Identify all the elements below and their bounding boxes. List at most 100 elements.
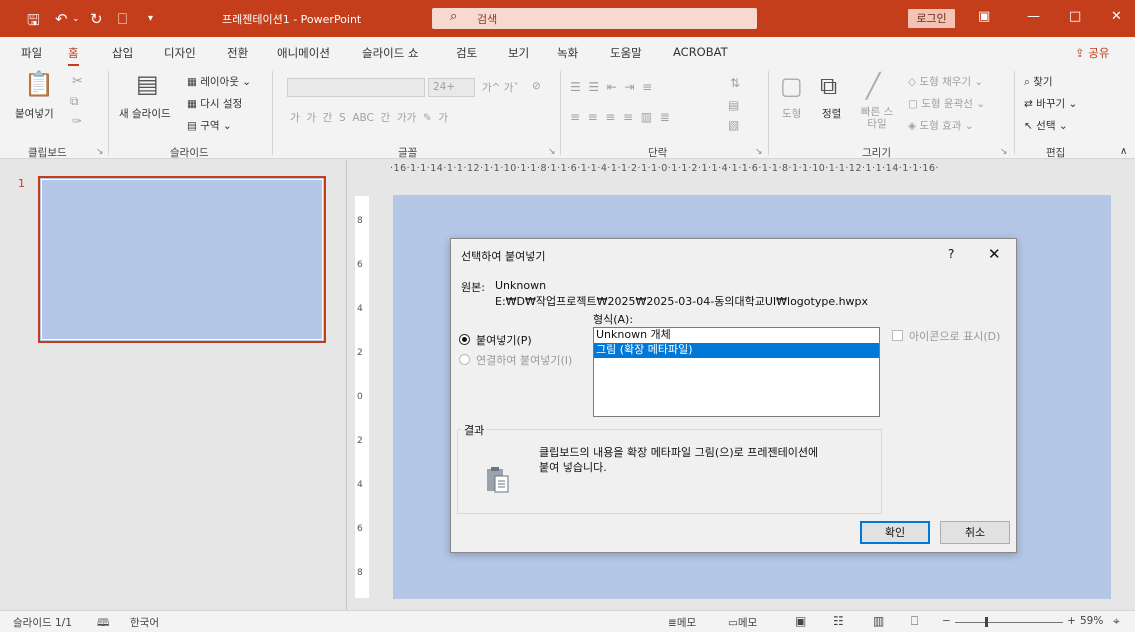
group-font: 글꼴 (398, 147, 418, 159)
paragraph-launcher-icon[interactable]: ↘ (755, 147, 763, 157)
slide-thumbnail[interactable] (38, 176, 326, 343)
drawing-launcher-icon[interactable]: ↘ (1000, 147, 1008, 157)
undo-dropdown-icon[interactable]: ⌄ (72, 14, 80, 24)
cut-icon[interactable]: ✂ (72, 74, 83, 89)
new-slide-button[interactable]: 새 슬라이드 (119, 106, 171, 121)
search-box[interactable]: ⌕ 검색 (432, 8, 757, 29)
help-button[interactable]: ? (948, 247, 954, 261)
shape-outline-button[interactable]: ▢ 도형 윤곽선 ⌄ (908, 96, 985, 111)
source-name: Unknown (495, 279, 547, 292)
collapse-ribbon-icon[interactable]: ∧ (1120, 146, 1127, 157)
tab-review[interactable]: 검토 (456, 45, 477, 61)
pane-divider[interactable] (346, 160, 347, 610)
ok-button[interactable]: 확인 (860, 521, 930, 544)
paste-radio[interactable] (459, 334, 470, 345)
vertical-ruler: 8 6 4 2 0 2 4 6 8 (355, 196, 369, 598)
tab-help[interactable]: 도움말 (610, 45, 642, 61)
tab-animations[interactable]: 애니메이션 (277, 45, 330, 61)
tab-design[interactable]: 디자인 (164, 45, 196, 61)
font-size-field[interactable]: 24+ (428, 78, 475, 97)
display-as-icon-checkbox[interactable] (892, 330, 903, 341)
zoom-level[interactable]: 59% (1080, 615, 1103, 627)
smartart-icon[interactable]: ▧ (728, 118, 739, 132)
fit-slide-icon[interactable]: ⌖ (1113, 614, 1120, 629)
login-button[interactable]: 로그인 (908, 9, 955, 28)
display-as-icon-label[interactable]: 아이콘으로 표시(D) (909, 328, 1000, 344)
format-painter-icon[interactable]: ✑ (72, 114, 82, 128)
redo-icon[interactable]: ↻ (90, 10, 103, 28)
replace-button[interactable]: ⇄ 바꾸기 ⌄ (1024, 96, 1077, 111)
ribbon-display-icon[interactable]: ▣ (978, 9, 990, 24)
format-option-selected[interactable]: 그림 (확장 메타파일) (594, 343, 879, 358)
copy-icon[interactable]: ⧉ (70, 94, 79, 109)
zoom-out-icon[interactable]: − (942, 615, 951, 627)
paste-link-radio-label[interactable]: 연결하여 붙여넣기(I) (476, 352, 572, 368)
tab-file[interactable]: 파일 (21, 45, 42, 61)
shape-fill-button[interactable]: ◇ 도형 채우기 ⌄ (908, 74, 983, 89)
align-buttons[interactable]: ≡ ≡ ≡ ≡ ▥ ≣ (570, 110, 670, 124)
paste-button[interactable]: 붙여넣기 (15, 106, 54, 121)
customize-icon[interactable]: ▾ (148, 13, 153, 24)
reading-view-icon[interactable]: ▥ (873, 614, 884, 628)
notes-button[interactable]: ≣메모 (668, 615, 696, 630)
format-listbox[interactable]: Unknown 개체 그림 (확장 메타파일) (593, 327, 880, 417)
tab-slideshow[interactable]: 슬라이드 쇼 (362, 45, 419, 61)
zoom-in-icon[interactable]: + (1067, 615, 1076, 627)
tab-acrobat[interactable]: ACROBAT (673, 45, 728, 59)
close-icon[interactable]: ✕ (1111, 9, 1122, 24)
quick-styles-icon[interactable]: ╱ (866, 72, 880, 100)
select-button[interactable]: ↖ 선택 ⌄ (1024, 118, 1068, 133)
minimize-icon[interactable]: — (1027, 9, 1040, 24)
status-bar: 슬라이드 1/1 🕮 한국어 ≣메모 ▭메모 ▣ ☷ ▥ ⎕ − + 59% ⌖ (0, 610, 1135, 632)
quick-styles-button[interactable]: 빠른 스타일 (857, 106, 897, 130)
share-button[interactable]: ⇪ 공유 (1075, 45, 1109, 61)
cancel-button[interactable]: 취소 (940, 521, 1010, 544)
list-buttons[interactable]: ☰ ☰ ⇤ ⇥ ≡ (570, 80, 652, 94)
slideshow-icon[interactable]: ⎕ (118, 10, 127, 28)
paste-icon[interactable]: 📋 (24, 70, 54, 98)
new-slide-icon[interactable]: ▤ (136, 70, 159, 98)
font-style-buttons[interactable]: 가 가 간 S ABC 간 가가 ✎ 가 (290, 110, 448, 125)
format-label: 형식(A): (593, 313, 634, 326)
zoom-slider[interactable] (955, 622, 1063, 623)
text-direction-icon[interactable]: ⇅ (730, 76, 740, 90)
shapes-button[interactable]: 도형 (782, 106, 801, 121)
section-label: 구역 (200, 120, 220, 132)
section-button[interactable]: ▤ 구역 ⌄ (187, 118, 232, 133)
clipboard-launcher-icon[interactable]: ↘ (96, 147, 104, 157)
slide-sorter-icon[interactable]: ☷ (833, 614, 844, 628)
dialog-close-icon[interactable]: ✕ (988, 245, 1001, 263)
clear-format-icon[interactable]: ⊘ (532, 80, 541, 92)
grow-font-icon[interactable]: 가^ 가ˇ (482, 80, 519, 95)
paste-link-radio[interactable] (459, 354, 470, 365)
share-label: 공유 (1088, 46, 1110, 60)
tab-view[interactable]: 보기 (508, 45, 529, 61)
group-drawing: 그리기 (862, 147, 891, 159)
undo-icon[interactable]: ↶ (55, 10, 68, 28)
font-name-field[interactable] (287, 78, 425, 97)
align-text-icon[interactable]: ▤ (728, 98, 739, 112)
layout-button[interactable]: ▦ 레이아웃 ⌄ (187, 74, 251, 89)
reset-button[interactable]: ▦ 다시 설정 (187, 96, 242, 111)
slideshow-view-icon[interactable]: ⎕ (911, 614, 918, 629)
tab-insert[interactable]: 삽입 (112, 45, 133, 61)
language-indicator[interactable]: 한국어 (130, 615, 159, 630)
shapes-icon[interactable]: ▢ (780, 72, 803, 100)
shape-effects-button[interactable]: ◈ 도형 효과 ⌄ (908, 118, 974, 133)
zoom-slider-thumb[interactable] (985, 617, 988, 627)
font-launcher-icon[interactable]: ↘ (548, 147, 556, 157)
tab-home[interactable]: 홈 (68, 45, 79, 66)
save-icon[interactable]: 🖫 (27, 10, 40, 35)
tab-record[interactable]: 녹화 (557, 45, 578, 61)
normal-view-icon[interactable]: ▣ (795, 614, 806, 628)
comments-button[interactable]: ▭메모 (728, 615, 757, 630)
arrange-icon[interactable]: ⧉ (820, 72, 837, 100)
arrange-button[interactable]: 정렬 (822, 106, 841, 121)
format-option[interactable]: Unknown 개체 (594, 328, 879, 343)
tab-transitions[interactable]: 전환 (227, 45, 248, 61)
paste-radio-label[interactable]: 붙여넣기(P) (476, 332, 532, 348)
maximize-icon[interactable]: □ (1069, 9, 1081, 24)
replace-label: 바꾸기 (1036, 98, 1066, 110)
spellcheck-icon[interactable]: 🕮 (97, 615, 109, 632)
find-button[interactable]: ⌕ 찾기 (1024, 74, 1053, 89)
